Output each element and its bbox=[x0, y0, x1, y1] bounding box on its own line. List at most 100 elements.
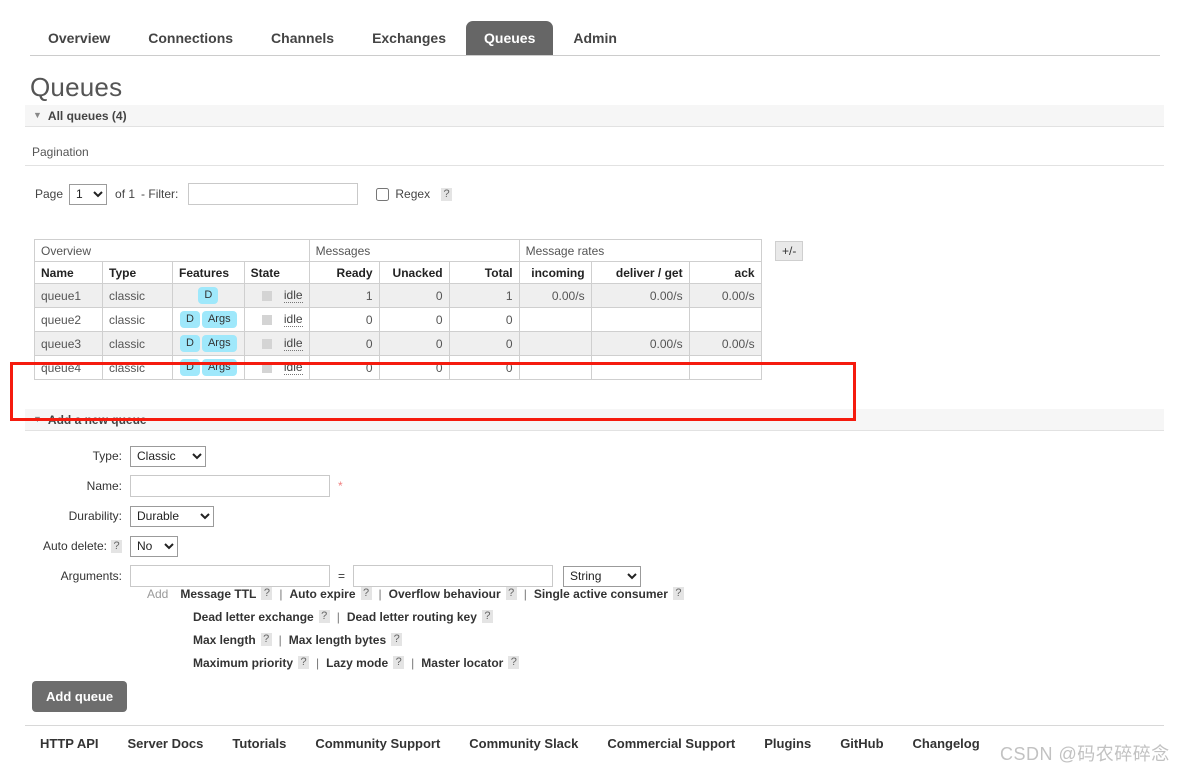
auto-delete-help-icon[interactable]: ? bbox=[111, 540, 122, 554]
state-cell-inner: idle bbox=[251, 288, 303, 303]
queue-deliver-get-rate bbox=[590, 355, 690, 380]
table-group-header: Messages bbox=[308, 239, 520, 262]
table-row[interactable]: queue1 classic Didle 1 0 1 0.00/s 0.00/s 0.00/s bbox=[34, 283, 762, 308]
preset-help-icon[interactable]: ? bbox=[508, 656, 520, 669]
feature-badge[interactable]: Args bbox=[201, 359, 237, 376]
section-header-add-a-new-queue[interactable]: ▼ Add a new queue bbox=[25, 409, 1164, 431]
footer-link[interactable]: Tutorials bbox=[232, 736, 286, 751]
queue-name-link[interactable]: queue3 bbox=[34, 331, 103, 356]
section-header-all-queues[interactable]: ▼ All queues (4) bbox=[25, 105, 1164, 127]
section-label-all-queues: All queues (4) bbox=[47, 108, 127, 123]
state-text: idle bbox=[283, 312, 303, 327]
table-row[interactable]: queue2 classic D Args idle 0 0 0 bbox=[34, 307, 762, 332]
auto-delete-select[interactable]: NoYes bbox=[130, 535, 178, 557]
filter-input[interactable] bbox=[188, 183, 359, 205]
state-indicator-swatch bbox=[261, 338, 272, 349]
table-row[interactable]: queue4 classic D Args idle 0 0 0 bbox=[34, 355, 762, 380]
preset-help-icon[interactable]: ? bbox=[391, 633, 403, 646]
nav-tab-queues[interactable]: Queues bbox=[466, 21, 554, 56]
add-queue-button[interactable]: Add queue bbox=[32, 681, 128, 712]
queue-ack-rate: 0.00/s bbox=[688, 283, 762, 308]
preset-help-icon[interactable]: ? bbox=[393, 656, 405, 669]
state-text: idle bbox=[283, 336, 303, 351]
preset-link[interactable]: Maximum priority bbox=[193, 656, 293, 670]
footer-link[interactable]: Changelog bbox=[913, 736, 980, 751]
preset-link[interactable]: Dead letter exchange bbox=[193, 610, 314, 624]
preset-help-icon[interactable]: ? bbox=[360, 587, 372, 600]
feature-badge[interactable]: Args bbox=[201, 311, 237, 328]
footer-link[interactable]: Server Docs bbox=[128, 736, 204, 751]
table-column-header[interactable]: incoming bbox=[518, 261, 592, 284]
feature-badge[interactable]: Args bbox=[201, 335, 237, 352]
table-column-header[interactable]: Name bbox=[34, 261, 103, 284]
argument-preset-row: Dead letter exchange? | Dead letter routin… bbox=[147, 605, 684, 628]
footer-link[interactable]: Community Slack bbox=[469, 736, 578, 751]
nav-tab-admin[interactable]: Admin bbox=[555, 21, 635, 56]
preset-link[interactable]: Master locator bbox=[421, 656, 503, 670]
preset-link[interactable]: Single active consumer bbox=[534, 587, 668, 601]
nav-tab-connections[interactable]: Connections bbox=[130, 21, 251, 56]
preset-help-icon[interactable]: ? bbox=[505, 587, 517, 600]
column-toggle-button[interactable]: +/- bbox=[775, 241, 804, 261]
preset-link[interactable]: Max length bbox=[193, 633, 256, 647]
feature-badge[interactable]: D bbox=[180, 311, 200, 328]
table-column-header[interactable]: Type bbox=[102, 261, 173, 284]
regex-option: Regex ? bbox=[376, 187, 453, 201]
preset-link[interactable]: Message TTL bbox=[180, 587, 256, 601]
preset-link[interactable]: Overflow behaviour bbox=[389, 587, 501, 601]
footer-link[interactable]: HTTP API bbox=[40, 736, 99, 751]
footer-link[interactable]: Community Support bbox=[315, 736, 440, 751]
regex-checkbox[interactable] bbox=[376, 187, 390, 201]
preset-link[interactable]: Dead letter routing key bbox=[347, 610, 477, 624]
preset-link[interactable]: Max length bytes bbox=[289, 633, 386, 647]
queue-incoming-rate bbox=[518, 307, 592, 332]
nav-tab-exchanges[interactable]: Exchanges bbox=[354, 21, 464, 56]
preset-separator: | bbox=[378, 586, 382, 601]
feature-badge[interactable]: D bbox=[180, 335, 200, 352]
page-of-label: of 1 bbox=[115, 187, 136, 201]
table-column-header[interactable]: deliver / get bbox=[590, 261, 690, 284]
queue-name-link[interactable]: queue4 bbox=[34, 355, 103, 380]
table-column-header[interactable]: Ready bbox=[308, 261, 380, 284]
feature-badge[interactable]: D bbox=[180, 359, 200, 376]
preset-help-icon[interactable]: ? bbox=[260, 633, 272, 646]
footer-link[interactable]: Commercial Support bbox=[607, 736, 735, 751]
name-input[interactable] bbox=[130, 475, 330, 497]
preset-help-icon[interactable]: ? bbox=[481, 610, 493, 623]
preset-link[interactable]: Lazy mode bbox=[326, 656, 388, 670]
table-column-header[interactable]: ack bbox=[688, 261, 762, 284]
preset-link[interactable]: Auto expire bbox=[290, 587, 356, 601]
feature-badge[interactable]: D bbox=[198, 287, 219, 304]
nav-tab-channels[interactable]: Channels bbox=[253, 21, 352, 56]
table-column-header[interactable]: Features bbox=[172, 261, 245, 284]
footer-link[interactable]: Plugins bbox=[764, 736, 811, 751]
queue-name-link[interactable]: queue2 bbox=[34, 307, 103, 332]
preset-help-icon[interactable]: ? bbox=[318, 610, 330, 623]
queue-state-cell: idle bbox=[243, 283, 310, 308]
preset-help-icon[interactable]: ? bbox=[672, 587, 684, 600]
queue-type-cell: classic bbox=[102, 307, 173, 332]
queue-type-cell: classic bbox=[102, 283, 173, 308]
collapse-triangle-icon: ▼ bbox=[33, 110, 42, 120]
table-row[interactable]: queue3 classic D Args idle 0 0 0 0.00/s 0.00/s bbox=[34, 331, 762, 356]
table-column-header[interactable]: State bbox=[243, 261, 310, 284]
page-number-select[interactable]: 1 bbox=[69, 183, 108, 205]
preset-help-icon[interactable]: ? bbox=[298, 656, 310, 669]
add-argument-link[interactable]: Add bbox=[147, 587, 168, 601]
section-label-add-a-new-queue: Add a new queue bbox=[47, 412, 147, 427]
regex-help-icon[interactable]: ? bbox=[441, 187, 453, 201]
durability-select[interactable]: DurableTransient bbox=[130, 505, 214, 527]
type-select[interactable]: ClassicQuorum bbox=[130, 445, 206, 467]
queue-name-link[interactable]: queue1 bbox=[34, 283, 103, 308]
collapse-triangle-icon: ▼ bbox=[33, 414, 42, 424]
table-column-header[interactable]: Unacked bbox=[378, 261, 450, 284]
preset-separator: | bbox=[523, 586, 527, 601]
type-label: Type: bbox=[92, 449, 122, 463]
preset-help-icon[interactable]: ? bbox=[261, 587, 273, 600]
add-queue-form: Type: ClassicQuorum Name: * Durability: … bbox=[32, 444, 642, 594]
nav-tab-overview[interactable]: Overview bbox=[30, 21, 128, 56]
nav-bottom-rule bbox=[30, 55, 1160, 56]
footer-link[interactable]: GitHub bbox=[840, 736, 883, 751]
queue-unacked-count: 0 bbox=[378, 355, 450, 380]
table-column-header[interactable]: Total bbox=[448, 261, 520, 284]
